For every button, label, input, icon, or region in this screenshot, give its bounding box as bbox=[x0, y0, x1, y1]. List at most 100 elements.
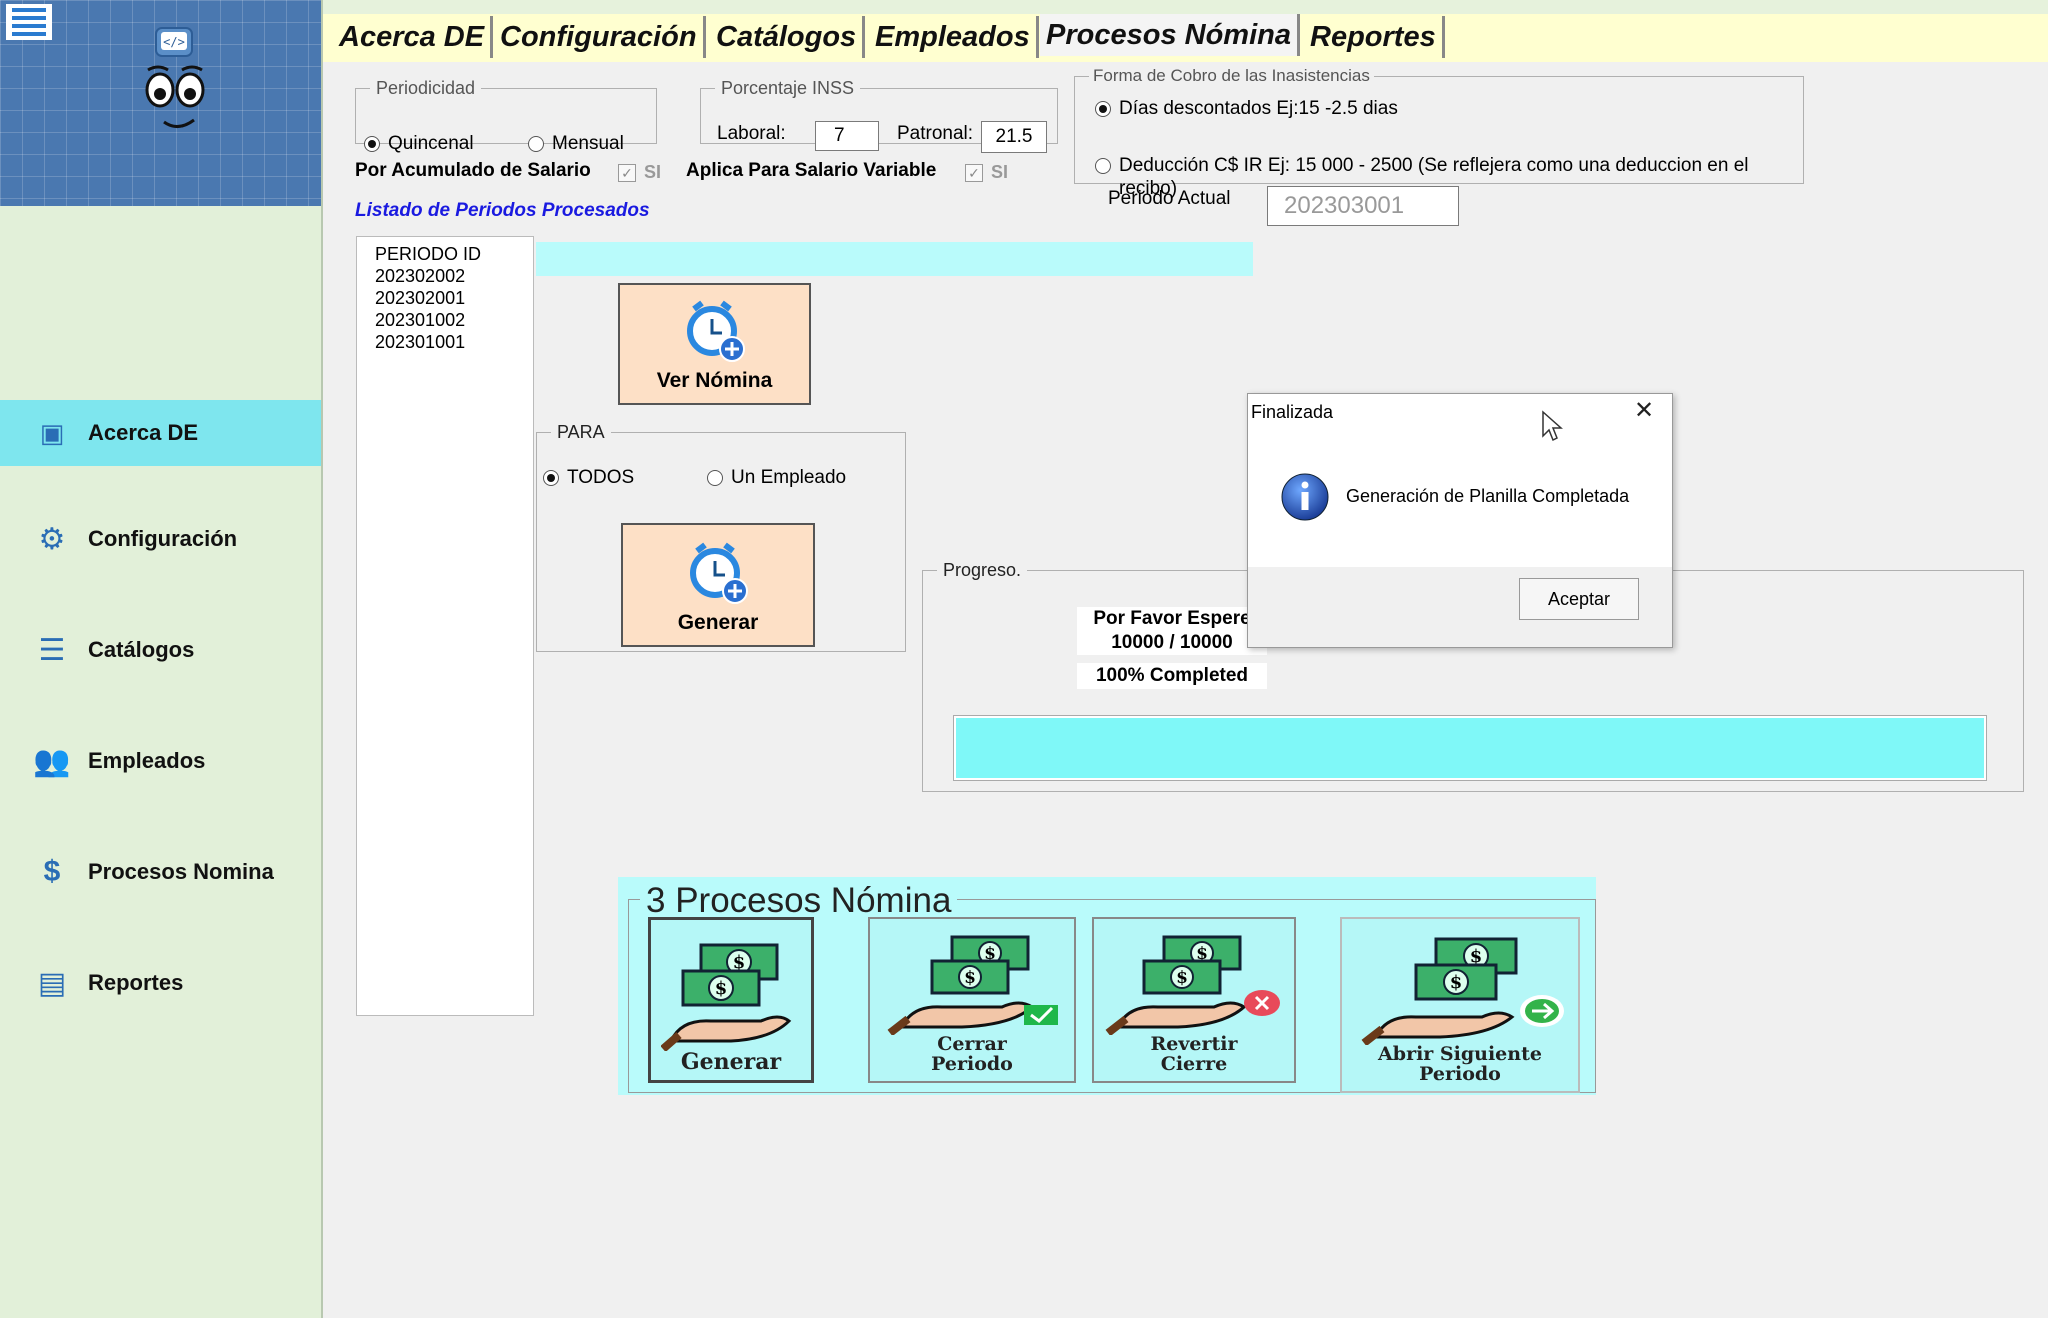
abrir-siguiente-periodo-label: Abrir Siguiente Periodo bbox=[1378, 1043, 1542, 1086]
periodo-actual-label: Periodo Actual bbox=[1108, 188, 1231, 209]
money-hand-cancel-icon: $ $ bbox=[1105, 935, 1280, 1036]
sidebar-item-procesos[interactable]: $ Procesos Nomina bbox=[0, 839, 321, 905]
sidebar-item-reportes[interactable]: ▤ Reportes bbox=[0, 950, 321, 1016]
money-hand-next-icon: $ $ bbox=[1361, 937, 1564, 1046]
money-hand-icon: $ $ bbox=[661, 943, 792, 1051]
tab-empleados[interactable]: Empleados bbox=[869, 16, 1039, 58]
dialog-message: Generación de Planilla Completada bbox=[1346, 486, 1630, 506]
sidebar-item-label: Reportes bbox=[88, 970, 184, 995]
periodos-listbox[interactable]: PERIODO ID 202302002 202302001 202301002… bbox=[356, 236, 534, 1016]
hamburger-menu-icon[interactable] bbox=[6, 4, 52, 40]
employees-icon: 👥 bbox=[33, 744, 71, 778]
progress-bar bbox=[953, 715, 1987, 781]
sidebar-item-label: Catálogos bbox=[88, 637, 195, 662]
forma-cobro-legend: Forma de Cobro de las Inasistencias bbox=[1093, 66, 1370, 85]
reports-icon: ▤ bbox=[37, 966, 67, 1000]
money-hand-check-icon: $ $ bbox=[887, 935, 1058, 1036]
about-icon: ▣ bbox=[39, 417, 65, 448]
procesos-panel: 3 Procesos Nómina $ $ Generar $ $ Cerrar… bbox=[618, 877, 1596, 1095]
laboral-input[interactable]: 7 bbox=[815, 121, 879, 151]
radio-un-empleado[interactable]: Un Empleado bbox=[707, 467, 846, 489]
radio-dot bbox=[543, 470, 559, 486]
progress-status-box: Por Favor Espere 10000 / 10000 bbox=[1077, 607, 1267, 655]
generar-button[interactable]: Generar bbox=[621, 523, 815, 647]
dialog-footer: Aceptar bbox=[1248, 567, 1672, 647]
radio-dias-descontados[interactable]: Días descontados Ej:15 -2.5 dias bbox=[1095, 98, 1398, 120]
generar-label: Generar bbox=[677, 611, 759, 634]
forma-cobro-group: Forma de Cobro de las Inasistencias Días… bbox=[1074, 66, 1804, 199]
close-icon[interactable]: ✕ bbox=[1634, 396, 1654, 425]
radio-todos-label: TODOS bbox=[567, 467, 635, 488]
ver-nomina-label: Ver Nómina bbox=[656, 369, 773, 392]
mascot-logo-icon: </> bbox=[145, 27, 205, 128]
proceso-generar-button[interactable]: $ $ Generar bbox=[648, 917, 814, 1083]
tab-configuracion[interactable]: Configuración bbox=[494, 16, 706, 58]
patronal-input[interactable]: 21.5 bbox=[981, 121, 1047, 153]
salario-variable-checkbox[interactable]: ✓ SI bbox=[965, 162, 1008, 183]
sidebar-item-label: Empleados bbox=[88, 748, 206, 773]
listado-title: Listado de Periodos Procesados bbox=[355, 200, 650, 221]
list-item[interactable]: 202301002 bbox=[375, 309, 515, 331]
info-icon bbox=[1281, 473, 1329, 521]
top-strip bbox=[323, 0, 2048, 14]
count-text: 10000 / 10000 bbox=[1111, 632, 1233, 653]
radio-mensual-label: Mensual bbox=[552, 133, 624, 154]
list-item[interactable]: 202302002 bbox=[375, 265, 515, 287]
cerrar-periodo-button[interactable]: $ $ Cerrar Periodo bbox=[868, 917, 1076, 1083]
listbox-header: PERIODO ID bbox=[375, 244, 482, 264]
mouse-cursor-icon bbox=[1542, 410, 1563, 442]
radio-quincenal[interactable]: Quincenal bbox=[364, 133, 474, 155]
svg-text:$: $ bbox=[964, 968, 976, 988]
revertir-cierre-label: Revertir Cierre bbox=[1150, 1033, 1238, 1076]
radio-un-empleado-label: Un Empleado bbox=[731, 467, 847, 488]
abrir-siguiente-periodo-button[interactable]: $ $ Abrir Siguiente Periodo bbox=[1340, 917, 1580, 1093]
acumulado-label: Por Acumulado de Salario bbox=[355, 160, 591, 181]
svg-text:$: $ bbox=[1450, 972, 1463, 993]
revertir-cierre-button[interactable]: $ $ Revertir Cierre bbox=[1092, 917, 1296, 1083]
patronal-label: Patronal: bbox=[897, 123, 974, 144]
radio-mensual[interactable]: Mensual bbox=[528, 133, 624, 155]
catalog-icon: ☰ bbox=[38, 633, 66, 667]
radio-dot bbox=[364, 136, 380, 152]
sidebar-item-acerca[interactable]: ▣ Acerca DE bbox=[0, 400, 321, 466]
progreso-legend: Progreso. bbox=[943, 560, 1022, 580]
aceptar-button[interactable]: Aceptar bbox=[1519, 578, 1639, 620]
periodicidad-legend: Periodicidad bbox=[376, 78, 476, 98]
check-icon: ✓ bbox=[965, 163, 983, 182]
svg-text:$: $ bbox=[1176, 968, 1188, 988]
inss-legend: Porcentaje INSS bbox=[721, 78, 855, 98]
radio-dot bbox=[528, 136, 544, 152]
radio-dot bbox=[707, 470, 723, 486]
radio-dot bbox=[1095, 158, 1111, 174]
salario-variable-label: Aplica Para Salario Variable bbox=[686, 160, 937, 181]
inss-group: Porcentaje INSS Laboral: 7 Patronal: 21.… bbox=[700, 78, 1058, 153]
sidebar-item-catalogos[interactable]: ☰ Catálogos bbox=[0, 617, 321, 683]
acumulado-checkbox[interactable]: ✓ SI bbox=[618, 162, 661, 183]
ver-nomina-button[interactable]: Ver Nómina bbox=[618, 283, 811, 405]
radio-dias-label: Días descontados Ej:15 -2.5 dias bbox=[1119, 98, 1398, 119]
completed-text: 100% Completed bbox=[1077, 663, 1267, 689]
sidebar-item-empleados[interactable]: 👥 Empleados bbox=[0, 728, 321, 794]
wait-text: Por Favor Espere bbox=[1093, 608, 1251, 629]
radio-dot bbox=[1095, 101, 1111, 117]
list-item[interactable]: 202302001 bbox=[375, 287, 515, 309]
laboral-label: Laboral: bbox=[717, 123, 786, 144]
progress-fill bbox=[956, 718, 1984, 778]
radio-todos[interactable]: TODOS bbox=[543, 467, 634, 489]
list-item[interactable]: 202301001 bbox=[375, 331, 515, 353]
sidebar-item-label: Acerca DE bbox=[88, 420, 199, 445]
tab-catalogos[interactable]: Catálogos bbox=[710, 16, 866, 58]
sidebar-item-configuracion[interactable]: ⚙ Configuración bbox=[0, 506, 321, 572]
payroll-icon: $ bbox=[43, 855, 61, 888]
cerrar-periodo-label: Cerrar Periodo bbox=[931, 1033, 1013, 1076]
periodicidad-group: Periodicidad Quincenal Mensual bbox=[355, 78, 657, 154]
acumulado-check-label: SI bbox=[644, 162, 662, 182]
proceso-generar-label: Generar bbox=[680, 1048, 782, 1075]
periodo-actual-input[interactable]: 202303001 bbox=[1267, 186, 1459, 226]
svg-text:$: $ bbox=[715, 978, 728, 999]
para-legend: PARA bbox=[557, 422, 605, 442]
tab-reportes[interactable]: Reportes bbox=[1304, 16, 1445, 58]
tab-procesos-nomina[interactable]: Procesos Nómina bbox=[1040, 14, 1300, 56]
tab-acerca[interactable]: Acerca DE bbox=[333, 16, 494, 58]
finalizada-dialog: Finalizada ✕ Generación de Planilla Comp… bbox=[1247, 393, 1673, 648]
